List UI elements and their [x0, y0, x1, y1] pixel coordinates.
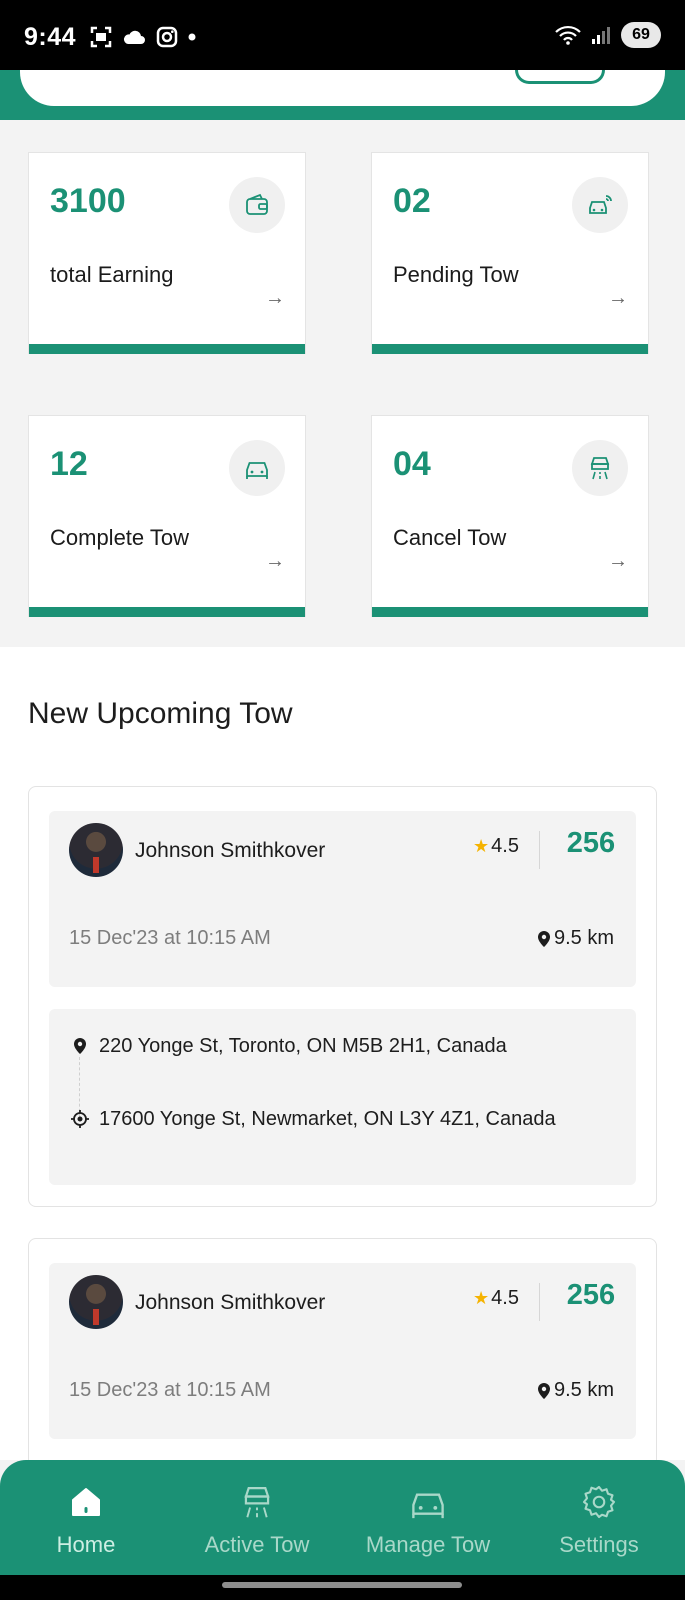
- rating-value: 4.5: [491, 1287, 519, 1309]
- stat-card-total-earning[interactable]: 3100 total Earning →: [28, 152, 306, 354]
- nav-label: Home: [56, 1532, 116, 1557]
- divider: [539, 831, 540, 869]
- tow-date: 15 Dec'23 at 10:15 AM: [69, 927, 271, 949]
- stat-value: 12: [50, 445, 88, 483]
- avatar: [69, 823, 123, 877]
- online-toggle[interactable]: [515, 70, 605, 84]
- nav-manage-tow[interactable]: Manage Tow: [343, 1460, 513, 1575]
- distance: 9.5 km: [537, 927, 614, 950]
- distance: 9.5 km: [537, 1379, 614, 1402]
- tow-card-header: Johnson Smithkover ★ 4.5 256 15 Dec'23 a…: [49, 811, 636, 987]
- star-icon: ★: [473, 836, 490, 856]
- arrow-right-icon: →: [608, 550, 628, 572]
- nav-active-tow[interactable]: Active Tow: [172, 1460, 342, 1575]
- stats-section: 3100 total Earning → 02 Pending Tow → 12…: [0, 120, 685, 647]
- driver-name: Johnson Smithkover: [135, 1291, 326, 1314]
- gear-icon: [581, 1482, 617, 1522]
- nav-label: Settings: [559, 1532, 639, 1557]
- signal-icon: [592, 27, 610, 44]
- stat-label: Cancel Tow: [393, 525, 507, 550]
- route-connector: [79, 1057, 80, 1117]
- driver-name: Johnson Smithkover: [135, 839, 326, 862]
- distance-value: 9.5 km: [553, 927, 614, 949]
- system-nav-bar: [0, 1575, 685, 1600]
- tow-route: 220 Yonge St, Toronto, ON M5B 2H1, Canad…: [49, 1009, 636, 1185]
- status-system-icons: 69: [555, 22, 661, 48]
- arrow-right-icon: →: [608, 287, 628, 309]
- dot-icon: [188, 33, 196, 41]
- distance-value: 9.5 km: [553, 1379, 614, 1401]
- tow-card-header: Johnson Smithkover ★ 4.5 256 15 Dec'23 a…: [49, 1263, 636, 1439]
- status-bar: 9:44 69: [0, 0, 685, 70]
- wifi-icon: [555, 25, 581, 45]
- status-time: 9:44: [24, 23, 77, 51]
- upcoming-section: New Upcoming Tow Johnson Smithkover ★ 4.…: [0, 647, 685, 1498]
- stat-value: 04: [393, 445, 431, 483]
- stat-card-complete-tow[interactable]: 12 Complete Tow →: [28, 415, 306, 617]
- tow-card[interactable]: Johnson Smithkover ★ 4.5 256 15 Dec'23 a…: [28, 1238, 657, 1498]
- price: 256: [566, 827, 616, 859]
- nav-settings[interactable]: Settings: [514, 1460, 684, 1575]
- signal-car-icon: [572, 177, 628, 233]
- rating: ★ 4.5: [473, 835, 519, 858]
- star-icon: ★: [473, 1288, 490, 1308]
- screenshot-icon: [90, 26, 112, 48]
- nav-home[interactable]: Home: [1, 1460, 171, 1575]
- nav-label: Active Tow: [204, 1532, 310, 1557]
- stat-value: 02: [393, 182, 431, 220]
- car-icon: [229, 440, 285, 496]
- home-indicator[interactable]: [222, 1582, 462, 1588]
- wallet-icon: [229, 177, 285, 233]
- status-notification-icons: [90, 26, 196, 48]
- cloud-icon: [123, 30, 145, 44]
- car-icon: [409, 1482, 447, 1522]
- header-card: [20, 70, 665, 106]
- instagram-icon: [156, 26, 178, 48]
- location-pin-icon: [74, 1038, 86, 1054]
- price: 256: [566, 1279, 616, 1311]
- divider: [539, 1283, 540, 1321]
- pickup-address: 220 Yonge St, Toronto, ON M5B 2H1, Canad…: [99, 1035, 507, 1057]
- stat-label: Complete Tow: [50, 525, 189, 550]
- section-title: New Upcoming Tow: [28, 697, 293, 730]
- home-icon: [69, 1482, 103, 1522]
- bottom-nav: Home Active Tow Manage Tow Settings: [0, 1460, 685, 1575]
- location-pin-icon: [537, 1382, 550, 1399]
- nav-label: Manage Tow: [365, 1532, 491, 1557]
- tow-date: 15 Dec'23 at 10:15 AM: [69, 1379, 271, 1401]
- battery-indicator: 69: [621, 22, 661, 48]
- avatar: [69, 1275, 123, 1329]
- stat-value: 3100: [50, 182, 126, 220]
- arrow-right-icon: →: [265, 550, 285, 572]
- dropoff-address: 17600 Yonge St, Newmarket, ON L3Y 4Z1, C…: [99, 1108, 556, 1130]
- rating-value: 4.5: [491, 835, 519, 857]
- arrow-right-icon: →: [265, 287, 285, 309]
- stat-card-cancel-tow[interactable]: 04 Cancel Tow →: [371, 415, 649, 617]
- car-road-icon: [239, 1482, 275, 1522]
- target-location-icon: [71, 1110, 89, 1128]
- rating: ★ 4.5: [473, 1287, 519, 1310]
- tow-card[interactable]: Johnson Smithkover ★ 4.5 256 15 Dec'23 a…: [28, 786, 657, 1207]
- stat-card-pending-tow[interactable]: 02 Pending Tow →: [371, 152, 649, 354]
- car-road-icon: [572, 440, 628, 496]
- stat-label: Pending Tow: [393, 262, 519, 287]
- stat-label: total Earning: [50, 262, 174, 287]
- location-pin-icon: [537, 930, 550, 947]
